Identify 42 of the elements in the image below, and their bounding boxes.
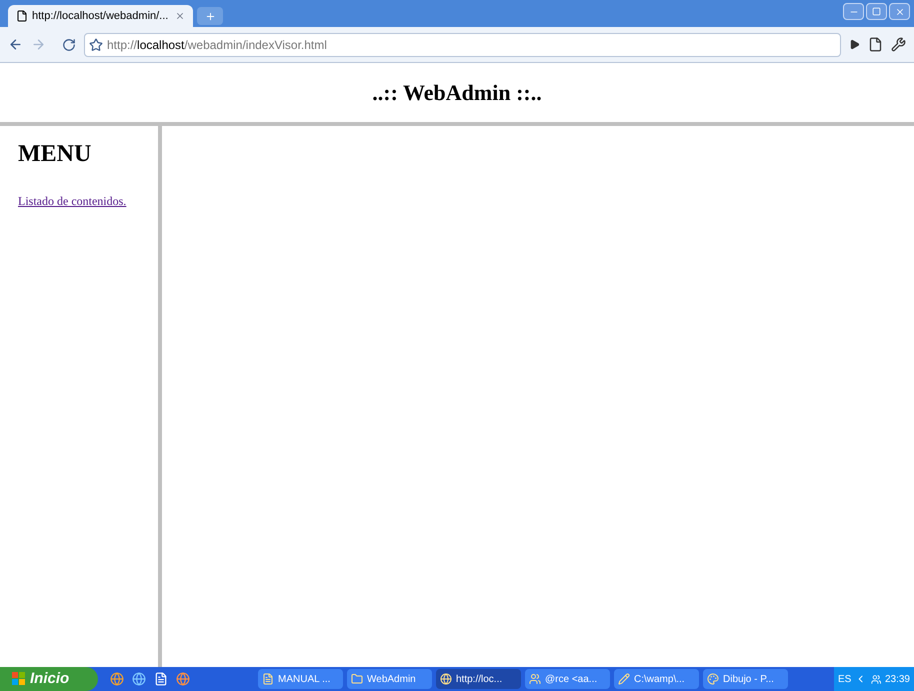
restore-icon: [872, 7, 881, 16]
close-icon: [894, 6, 904, 16]
folder-icon: [351, 673, 363, 685]
people-icon: [529, 673, 541, 685]
palette-icon: [707, 673, 719, 685]
page-title: ..:: WebAdmin ::..: [372, 79, 542, 107]
address-text: http://localhost/webadmin/indexVisor.html: [107, 36, 327, 54]
taskbar-button[interactable]: @rce <aa...: [525, 669, 610, 689]
play-icon[interactable]: [849, 39, 860, 50]
back-icon[interactable]: [8, 37, 23, 52]
taskbar-button[interactable]: C:\wamp\...: [614, 669, 699, 689]
globe-icon[interactable]: [110, 672, 124, 686]
document-icon: [262, 673, 274, 685]
address-field[interactable]: http://localhost/webadmin/indexVisor.html: [84, 32, 841, 56]
reload-icon[interactable]: [62, 38, 76, 52]
new-tab-button[interactable]: [197, 7, 223, 25]
taskbar-button[interactable]: http://loc...: [436, 669, 521, 689]
tab-title: http://localhost/webadmin/...: [32, 8, 168, 24]
wrench-icon[interactable]: [891, 37, 906, 52]
menu-heading: MENU: [18, 140, 92, 169]
restore-button[interactable]: [866, 3, 887, 20]
plus-icon: [204, 10, 216, 22]
star-icon[interactable]: [89, 38, 103, 52]
page-icon[interactable]: [868, 37, 883, 52]
start-button[interactable]: Inicio: [0, 667, 98, 691]
document-icon[interactable]: [154, 672, 168, 686]
globe-icon[interactable]: [176, 672, 190, 686]
browser-tab[interactable]: http://localhost/webadmin/...: [8, 5, 193, 27]
taskbar-button[interactable]: Dibujo - P...: [703, 669, 788, 689]
content-link[interactable]: Listado de contenidos.: [18, 192, 140, 210]
taskbar-button[interactable]: WebAdmin: [347, 669, 432, 689]
clock: 23:39: [884, 672, 910, 686]
taskbar-button[interactable]: MANUAL ...: [258, 669, 343, 689]
close-button[interactable]: [889, 3, 910, 20]
minimize-button[interactable]: [843, 3, 864, 20]
pencil-icon: [618, 673, 630, 685]
close-icon[interactable]: [175, 11, 185, 21]
globe-icon: [440, 673, 452, 685]
page-icon: [16, 10, 28, 22]
language-indicator[interactable]: ES: [838, 672, 852, 686]
globe-icon[interactable]: [132, 672, 146, 686]
windows-logo-icon: [12, 672, 26, 686]
